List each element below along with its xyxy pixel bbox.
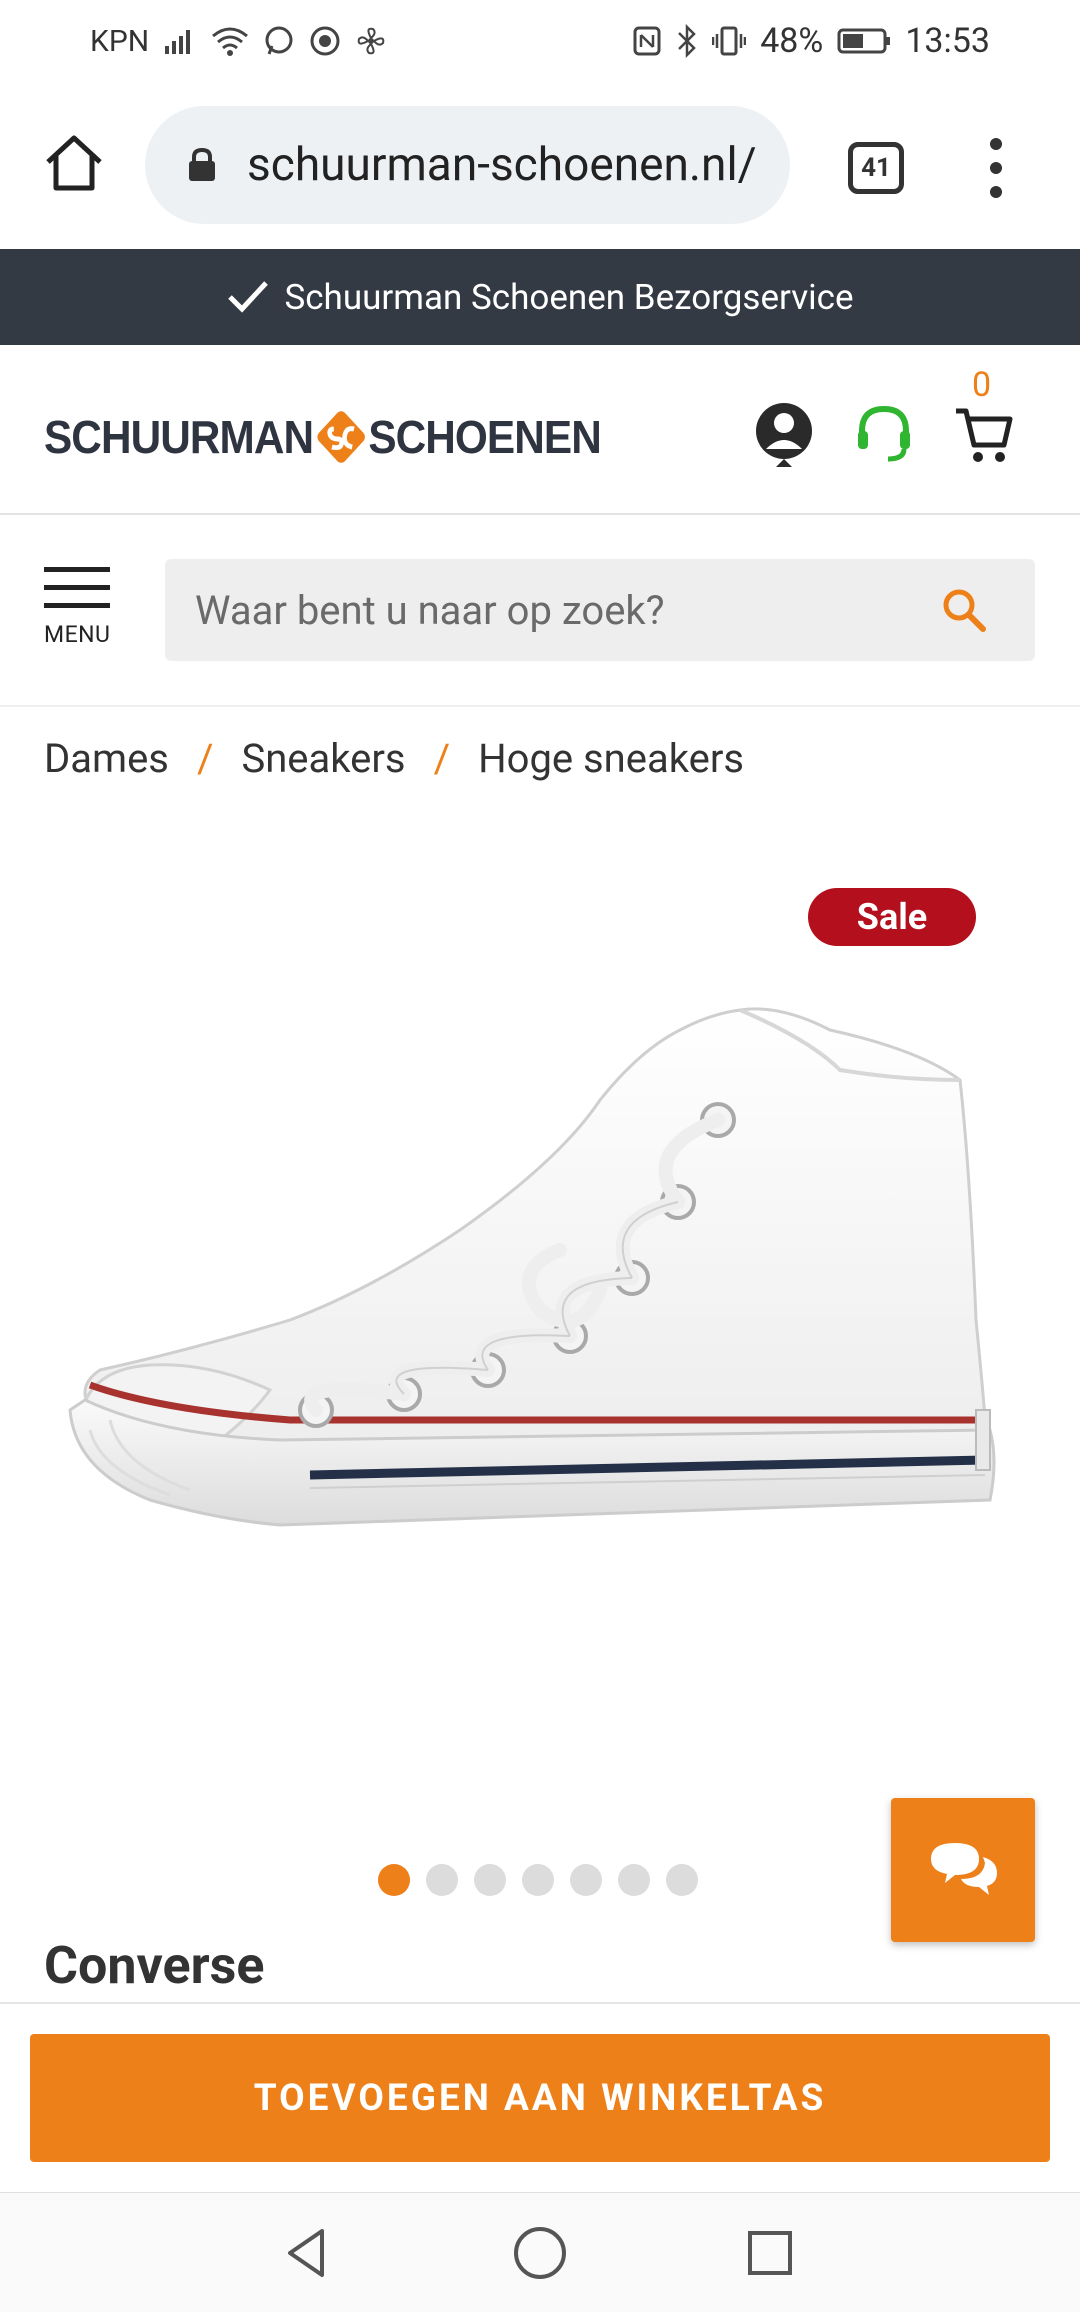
sticky-action-bar: TOEVOEGEN AAN WINKELTAS	[0, 2002, 1080, 2192]
carousel-dot[interactable]	[522, 1864, 554, 1896]
logo-text-left: SCHUURMAN	[44, 411, 314, 463]
carousel-dot[interactable]	[618, 1864, 650, 1896]
product-brand: Converse	[44, 1935, 265, 1996]
account-icon[interactable]	[752, 397, 816, 467]
search-placeholder: Waar bent u naar op zoek?	[195, 586, 665, 634]
clock: 13:53	[905, 21, 990, 61]
cart-icon[interactable]	[952, 397, 1016, 467]
chat-icon	[931, 1843, 997, 1895]
support-headset-icon[interactable]	[852, 397, 916, 467]
menu-button[interactable]: MENU	[44, 567, 114, 667]
logo-text-right: SCHOENEN	[368, 411, 601, 463]
sale-badge: Sale	[808, 888, 976, 946]
chat-button[interactable]	[891, 1798, 1035, 1942]
battery-percent: 48%	[760, 21, 824, 61]
product-image[interactable]	[40, 990, 1040, 1650]
whatsapp-icon	[265, 26, 293, 55]
breadcrumb-item[interactable]: Hoge sneakers	[478, 735, 744, 782]
lock-icon	[189, 147, 215, 181]
system-nav-bar	[0, 2192, 1080, 2312]
carousel-dot[interactable]	[426, 1864, 458, 1896]
breadcrumb-separator: /	[196, 735, 214, 782]
url-bar[interactable]: schuurman-schoenen.nl/	[145, 106, 790, 224]
carrier-label: KPN	[90, 23, 150, 59]
breadcrumb-separator: /	[433, 735, 451, 782]
carousel-dot[interactable]	[666, 1864, 698, 1896]
menu-icon	[44, 567, 114, 608]
tabs-icon[interactable]: 41	[848, 142, 904, 194]
app-icon	[310, 26, 340, 56]
service-banner[interactable]: Schuurman Schoenen Bezorgservice	[0, 249, 1080, 345]
home-icon[interactable]	[40, 128, 108, 196]
banner-text: Schuurman Schoenen Bezorgservice	[284, 276, 854, 318]
menu-label: MENU	[44, 621, 111, 648]
home-circle-icon[interactable]	[508, 2221, 572, 2285]
signal-icon	[165, 30, 191, 54]
breadcrumb-item[interactable]: Dames	[44, 735, 169, 782]
breadcrumb: Dames / Sneakers / Hoge sneakers	[44, 735, 744, 782]
search-input[interactable]: Waar bent u naar op zoek?	[165, 559, 1035, 661]
add-to-cart-button[interactable]: TOEVOEGEN AAN WINKELTAS	[30, 2034, 1050, 2162]
search-row: MENU Waar bent u naar op zoek?	[0, 517, 1080, 707]
url-text[interactable]: schuurman-schoenen.nl/	[247, 138, 757, 192]
carousel-dot[interactable]	[570, 1864, 602, 1896]
search-icon[interactable]	[939, 585, 989, 635]
battery-icon	[837, 28, 891, 54]
wifi-icon	[212, 27, 249, 56]
tab-count: 41	[861, 153, 891, 183]
more-icon[interactable]	[984, 138, 1008, 198]
check-icon	[228, 281, 269, 313]
status-bar: KPN 48% 13:53	[0, 0, 1080, 82]
back-icon[interactable]	[276, 2221, 340, 2285]
recents-icon[interactable]	[738, 2221, 802, 2285]
bluetooth-icon	[678, 24, 696, 58]
status-right: 48% 13:53	[632, 21, 990, 61]
fan-icon	[357, 27, 385, 55]
status-left: KPN	[90, 24, 387, 59]
browser-toolbar: schuurman-schoenen.nl/ 41	[0, 100, 1080, 230]
site-header: SCHUURMAN SCHOENEN 0	[0, 345, 1080, 515]
nfc-icon	[633, 26, 661, 56]
vibrate-icon	[712, 26, 747, 56]
site-logo[interactable]: SCHUURMAN SCHOENEN	[44, 407, 602, 467]
breadcrumb-item[interactable]: Sneakers	[241, 735, 405, 782]
carousel-dot[interactable]	[378, 1864, 410, 1896]
image-carousel-dots	[378, 1864, 698, 1896]
logo-mark-icon	[317, 411, 365, 463]
carousel-dot[interactable]	[474, 1864, 506, 1896]
